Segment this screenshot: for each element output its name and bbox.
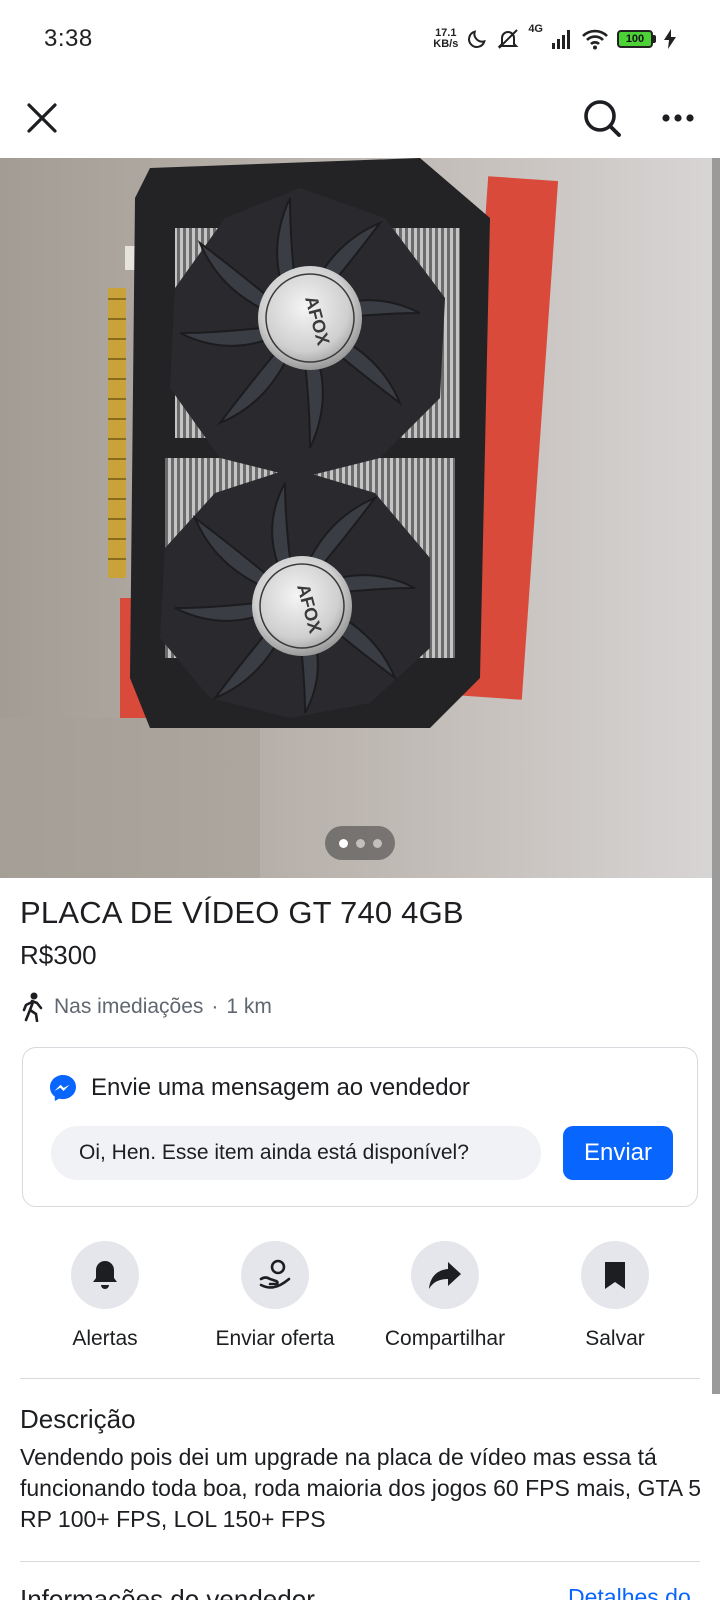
- pager-dot[interactable]: [338, 838, 348, 848]
- location-distance: 1 km: [226, 995, 272, 1018]
- send-offer-label: Enviar oferta: [215, 1327, 335, 1350]
- message-seller-card: Envie uma mensagem ao vendedor Enviar: [22, 1047, 698, 1207]
- image-pager[interactable]: [325, 826, 395, 860]
- seller-info-title: Informações do vendedor: [20, 1584, 315, 1600]
- net-speed-unit: KB/s: [433, 38, 459, 50]
- network-type: 4G: [528, 23, 543, 35]
- status-bar: 3:38 17.1 KB/s 4G 100: [0, 0, 720, 78]
- message-heading: Envie uma mensagem ao vendedor: [49, 1074, 470, 1102]
- divider: [20, 1561, 700, 1562]
- status-icons: 17.1 KB/s 4G 100: [433, 23, 676, 51]
- status-time: 3:38: [44, 25, 93, 52]
- send-button[interactable]: Enviar: [563, 1126, 673, 1180]
- description-text: Vendendo pois dei um upgrade na placa de…: [20, 1444, 702, 1532]
- net-speed: 17.1 KB/s: [433, 28, 458, 50]
- more-options-button[interactable]: [650, 90, 706, 146]
- listing-price: R$300: [20, 940, 97, 970]
- pager-dot[interactable]: [355, 838, 365, 848]
- save-button-circle[interactable]: [581, 1241, 649, 1309]
- share-button[interactable]: Compartilhar: [360, 1241, 530, 1351]
- bookmark-icon: [605, 1262, 625, 1289]
- send-offer-button-circle[interactable]: [241, 1241, 309, 1309]
- alerts-label: Alertas: [72, 1327, 138, 1350]
- share-button-circle[interactable]: [411, 1241, 479, 1309]
- top-bar: [0, 78, 720, 158]
- location-text: Nas imediações: [54, 995, 204, 1018]
- charging-icon: [664, 29, 676, 49]
- messenger-icon: [50, 1075, 76, 1101]
- message-heading-text: Envie uma mensagem ao vendedor: [91, 1074, 470, 1101]
- description-title: Descrição: [20, 1404, 136, 1434]
- search-icon: [584, 100, 621, 137]
- share-icon: [429, 1262, 461, 1289]
- moon-icon: [468, 30, 487, 48]
- action-row: Alertas Enviar oferta Compartilhar Salva…: [0, 1241, 720, 1381]
- alerts-button[interactable]: Alertas: [20, 1241, 190, 1351]
- offer-icon: [259, 1259, 291, 1289]
- close-icon: [27, 103, 57, 133]
- seller-details-link[interactable]: Detalhes do: [568, 1584, 691, 1600]
- graphics-card-image: AFOX AFOX: [0, 158, 720, 878]
- more-icon: [662, 114, 694, 122]
- wifi-icon: [582, 29, 608, 50]
- share-label: Compartilhar: [384, 1327, 506, 1350]
- message-input[interactable]: [51, 1126, 541, 1180]
- signal-icon: [552, 30, 570, 49]
- bell-icon: [93, 1261, 117, 1289]
- mute-icon: [497, 29, 519, 49]
- battery-icon: 100: [617, 30, 656, 48]
- location-separator: ·: [211, 995, 219, 1018]
- scrollbar[interactable]: [712, 158, 720, 1394]
- close-button[interactable]: [14, 90, 70, 146]
- listing-photo[interactable]: AFOX AFOX: [0, 158, 720, 878]
- listing-location: Nas imediações · 1 km: [20, 990, 272, 1024]
- battery-level: 100: [617, 30, 653, 48]
- save-label: Salvar: [585, 1327, 645, 1350]
- walking-person-icon: [22, 992, 43, 1022]
- pager-dot[interactable]: [372, 838, 382, 848]
- save-button[interactable]: Salvar: [530, 1241, 700, 1351]
- search-button[interactable]: [574, 90, 630, 146]
- alerts-button-circle[interactable]: [71, 1241, 139, 1309]
- divider: [20, 1378, 700, 1379]
- send-offer-button[interactable]: Enviar oferta: [190, 1241, 360, 1351]
- listing-title: PLACA DE VÍDEO GT 740 4GB: [20, 895, 464, 930]
